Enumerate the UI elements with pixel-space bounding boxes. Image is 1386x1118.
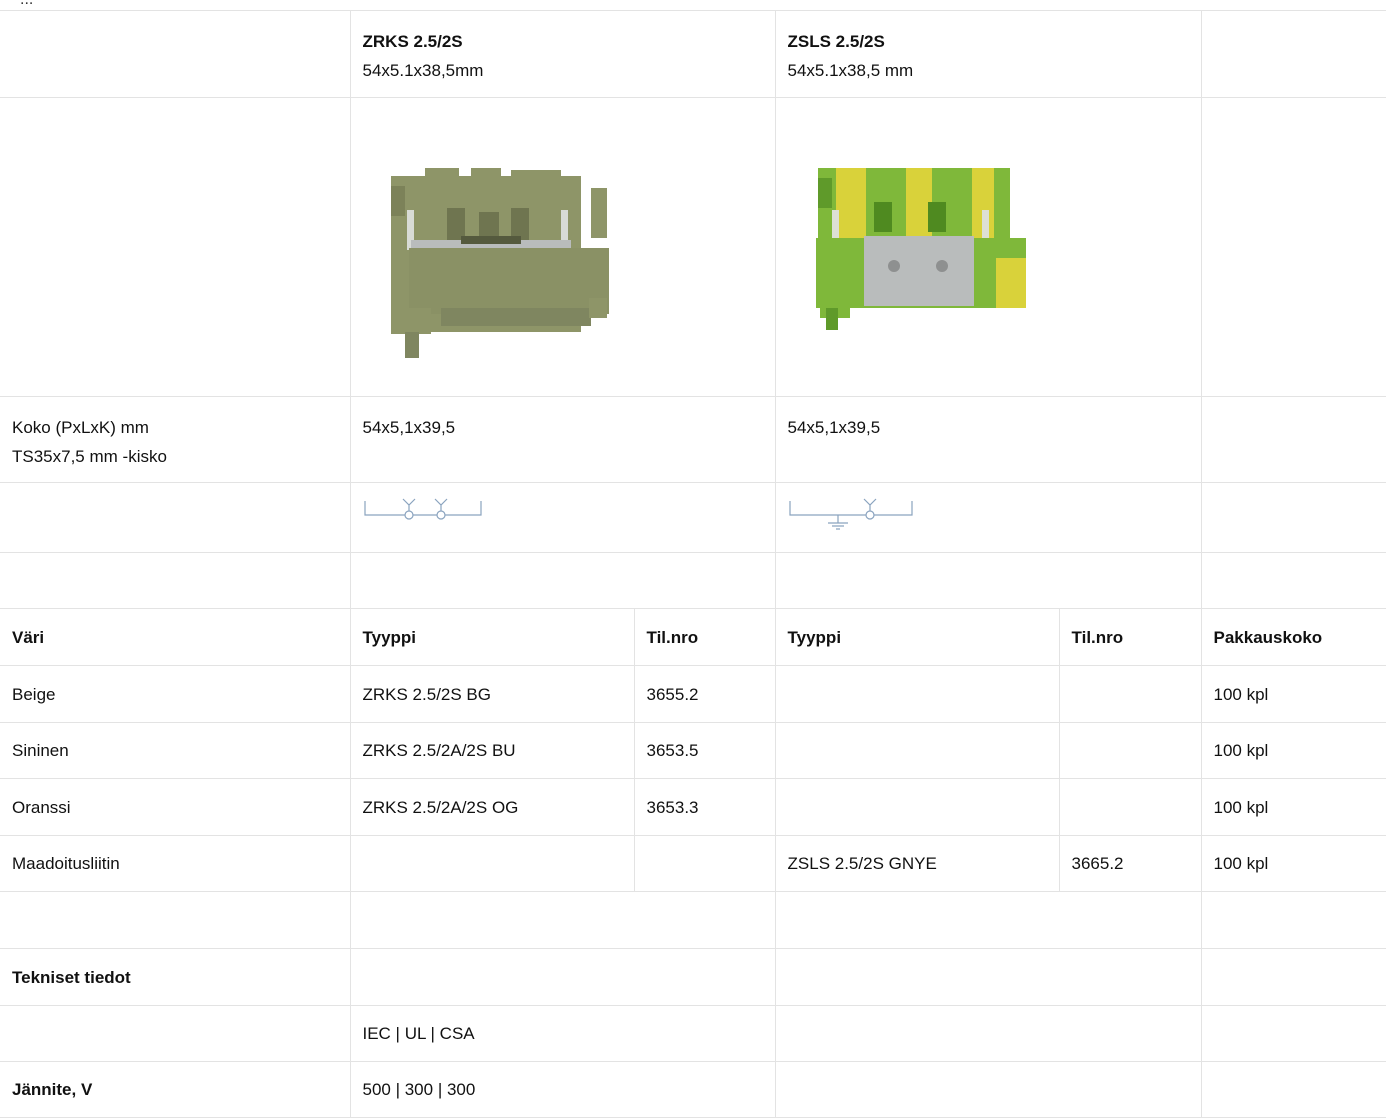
- row-order-no-2: [1058, 665, 1202, 723]
- row-type-2: [774, 665, 1060, 723]
- header-color: Väri: [0, 608, 351, 666]
- row-order-no-1: [633, 835, 776, 892]
- row-order-no-1: 3655.2: [633, 665, 776, 723]
- symbol-row: [0, 482, 1386, 553]
- product-1-dims: 54x5.1x38,5mm: [362, 61, 484, 80]
- product-1-name: ZRKS 2.5/2S: [362, 32, 463, 51]
- table-row: Beige ZRKS 2.5/2S BG 3655.2 100 kpl: [0, 665, 1386, 723]
- spacer-row: [0, 552, 1386, 609]
- size-label-1: Koko (PxLxK) mm: [12, 418, 149, 437]
- product-1-header: ZRKS 2.5/2S 54x5.1x38,5mm: [349, 10, 776, 98]
- product-2-size: 54x5,1x39,5: [774, 396, 1202, 483]
- row-order-no-1: 3653.5: [633, 722, 776, 779]
- row-color: Sininen: [0, 722, 351, 779]
- row-pack: 100 kpl: [1200, 778, 1386, 836]
- row-pack: 100 kpl: [1200, 665, 1386, 723]
- row-type-1: [349, 835, 635, 892]
- row-type-1: ZRKS 2.5/2A/2S BU: [349, 722, 635, 779]
- product-2-dims: 54x5.1x38,5 mm: [787, 61, 914, 80]
- row-order-no-2: [1058, 778, 1202, 836]
- size-row: Koko (PxLxK) mm TS35x7,5 mm -kisko 54x5,…: [0, 396, 1386, 483]
- row-type-1: ZRKS 2.5/2S BG: [349, 665, 635, 723]
- size-label-2: TS35x7,5 mm -kisko: [12, 447, 167, 466]
- product-header-row: ZRKS 2.5/2S 54x5.1x38,5mm ZSLS 2.5/2S 54…: [0, 10, 1386, 98]
- table-row: Oranssi ZRKS 2.5/2A/2S OG 3653.3 100 kpl: [0, 778, 1386, 836]
- top-fragment: ...: [20, 0, 33, 9]
- product-1-photo: [390, 168, 609, 358]
- image-row: [0, 97, 1386, 397]
- table-row: Maadoitusliitin ZSLS 2.5/2S GNYE 3665.2 …: [0, 835, 1386, 892]
- product-1-size: 54x5,1x39,5: [349, 396, 776, 483]
- size-label-cell: Koko (PxLxK) mm TS35x7,5 mm -kisko: [0, 396, 351, 483]
- empty-cell: [1200, 396, 1386, 483]
- row-color: Beige: [0, 665, 351, 723]
- header-order-no-1: Til.nro: [633, 608, 776, 666]
- empty-cell: [0, 97, 351, 397]
- standards-row: IEC | UL | CSA: [0, 1005, 1386, 1062]
- row-color: Maadoitusliitin: [0, 835, 351, 892]
- product-2-photo: [815, 168, 1026, 330]
- header-type-1: Tyyppi: [349, 608, 635, 666]
- spacer-row: [0, 891, 1386, 949]
- empty-cell: [1200, 10, 1386, 98]
- tech-title: Tekniset tiedot: [0, 948, 351, 1006]
- row-type-2: [774, 778, 1060, 836]
- row-pack: 100 kpl: [1200, 835, 1386, 892]
- standards-value: IEC | UL | CSA: [349, 1005, 776, 1062]
- header-type-2: Tyyppi: [774, 608, 1060, 666]
- product-2-name: ZSLS 2.5/2S: [787, 32, 885, 51]
- empty-cell: [1200, 482, 1386, 553]
- order-header-row: Väri Tyyppi Til.nro Tyyppi Til.nro Pakka…: [0, 608, 1386, 666]
- row-type-1: ZRKS 2.5/2A/2S OG: [349, 778, 635, 836]
- ground-symbol-icon: [788, 498, 913, 530]
- row-pack: 100 kpl: [1200, 722, 1386, 779]
- empty-cell: [0, 482, 351, 553]
- tech-title-row: Tekniset tiedot: [0, 948, 1386, 1006]
- voltage-label: Jännite, V: [0, 1061, 351, 1118]
- row-order-no-2: 3665.2: [1058, 835, 1202, 892]
- row-order-no-2: [1058, 722, 1202, 779]
- row-type-2: [774, 722, 1060, 779]
- header-order-no-2: Til.nro: [1058, 608, 1202, 666]
- product-1-image-cell: [349, 97, 776, 397]
- product-1-symbol-cell: [349, 482, 776, 553]
- voltage-row: Jännite, V 500 | 300 | 300: [0, 1061, 1386, 1118]
- voltage-value: 500 | 300 | 300: [349, 1061, 776, 1118]
- header-pack-size: Pakkauskoko: [1200, 608, 1386, 666]
- table-row: Sininen ZRKS 2.5/2A/2S BU 3653.5 100 kpl: [0, 722, 1386, 779]
- product-table: ZRKS 2.5/2S 54x5.1x38,5mm ZSLS 2.5/2S 54…: [0, 10, 1386, 1118]
- empty-cell: [0, 10, 351, 98]
- row-order-no-1: 3653.3: [633, 778, 776, 836]
- empty-cell: [1200, 97, 1386, 397]
- row-type-2: ZSLS 2.5/2S GNYE: [774, 835, 1060, 892]
- row-color: Oranssi: [0, 778, 351, 836]
- pass-through-symbol-icon: [363, 498, 482, 520]
- product-2-image-cell: [774, 97, 1202, 397]
- top-cut-text: ...: [0, 0, 1386, 10]
- product-2-header: ZSLS 2.5/2S 54x5.1x38,5 mm: [774, 10, 1202, 98]
- product-2-symbol-cell: [774, 482, 1202, 553]
